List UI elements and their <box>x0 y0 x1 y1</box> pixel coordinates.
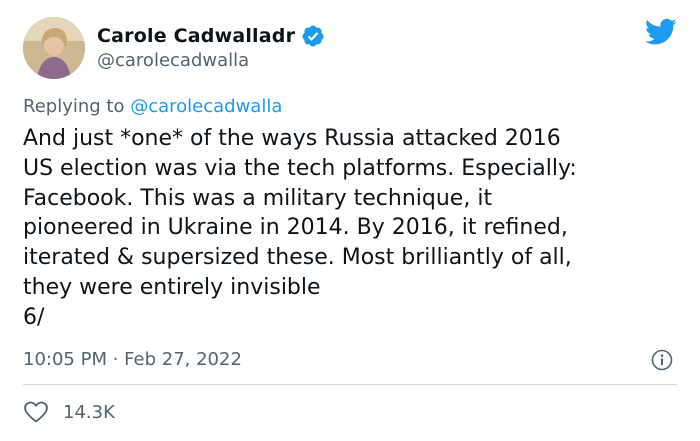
tweet-text-line: US election was via the tech platforms. … <box>23 155 577 181</box>
tweet-text-line: iterated & supersized these. Most brilli… <box>23 245 572 271</box>
verified-badge-icon <box>302 25 324 47</box>
reply-mention-link[interactable]: @carolecadwalla <box>130 96 282 117</box>
tweet-text-line: And just *one* of the ways Russia attack… <box>23 126 561 151</box>
replying-to-label: Replying to <box>23 96 131 117</box>
tweet-timestamp[interactable]: 10:05 PM · Feb 27, 2022 <box>23 349 242 370</box>
divider <box>23 384 677 385</box>
avatar[interactable] <box>23 17 85 79</box>
tweet-text-line: Facebook. This was a military technique,… <box>23 185 493 211</box>
heart-icon[interactable] <box>23 400 49 424</box>
tweet-card: Carole Cadwalladr @carolecadwalla Replyi… <box>0 0 700 441</box>
info-icon[interactable] <box>651 349 673 371</box>
author-name-row: Carole Cadwalladr <box>97 24 325 48</box>
tweet-text-line: 6/ <box>23 304 45 330</box>
like-count: 14.3K <box>63 401 115 423</box>
twitter-bird-icon[interactable] <box>645 18 677 46</box>
replying-to-line: Replying to @carolecadwalla <box>23 96 282 117</box>
tweet-text-line: they were entirely invisible <box>23 274 321 300</box>
author-display-name[interactable]: Carole Cadwalladr <box>97 25 295 47</box>
like-action[interactable]: 14.3K <box>23 400 115 424</box>
tweet-text: And just *one* of the ways Russia attack… <box>23 124 683 333</box>
tweet-text-line: pioneered in Ukraine in 2014. By 2016, i… <box>23 215 568 241</box>
author-handle[interactable]: @carolecadwalla <box>97 50 249 71</box>
